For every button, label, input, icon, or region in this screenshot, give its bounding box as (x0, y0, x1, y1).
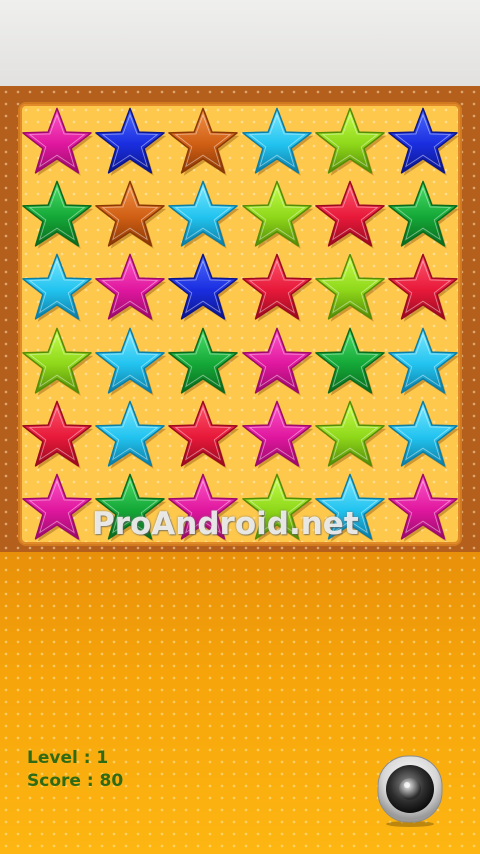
star-magenta[interactable] (93, 250, 167, 324)
star-magenta[interactable] (20, 470, 94, 544)
star-green[interactable] (313, 324, 387, 398)
score-label: Score : 80 (27, 771, 124, 791)
top-banner (0, 0, 480, 86)
star-blue[interactable] (386, 104, 460, 178)
star-red[interactable] (386, 250, 460, 324)
level-label: Level : 1 (27, 748, 109, 768)
star-red[interactable] (20, 397, 94, 471)
star-blue[interactable] (93, 104, 167, 178)
star-red[interactable] (313, 177, 387, 251)
star-lime[interactable] (240, 177, 314, 251)
star-cyan[interactable] (166, 177, 240, 251)
star-lime[interactable] (313, 104, 387, 178)
star-cyan[interactable] (93, 324, 167, 398)
star-magenta[interactable] (240, 397, 314, 471)
star-green[interactable] (386, 177, 460, 251)
watermark: ProAndroid.net (92, 506, 359, 542)
star-cyan[interactable] (20, 250, 94, 324)
star-orange[interactable] (166, 104, 240, 178)
star-lime[interactable] (313, 397, 387, 471)
star-cyan[interactable] (240, 104, 314, 178)
star-red[interactable] (240, 250, 314, 324)
star-magenta[interactable] (240, 324, 314, 398)
star-blue[interactable] (166, 250, 240, 324)
star-cyan[interactable] (386, 397, 460, 471)
star-cyan[interactable] (386, 324, 460, 398)
star-lime[interactable] (313, 250, 387, 324)
star-orange[interactable] (93, 177, 167, 251)
star-green[interactable] (166, 324, 240, 398)
star-red[interactable] (166, 397, 240, 471)
star-cyan[interactable] (93, 397, 167, 471)
star-magenta[interactable] (20, 104, 94, 178)
speaker-icon (377, 755, 443, 827)
game-board[interactable] (20, 104, 460, 544)
star-lime[interactable] (20, 324, 94, 398)
star-magenta[interactable] (386, 470, 460, 544)
star-green[interactable] (20, 177, 94, 251)
sound-button[interactable] (376, 752, 444, 828)
